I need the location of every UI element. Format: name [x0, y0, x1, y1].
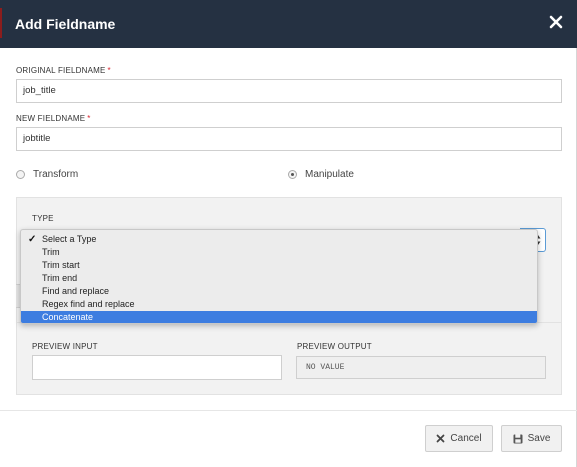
dropdown-option-regex-find-and-replace[interactable]: Regex find and replace [21, 298, 537, 311]
dropdown-option-select-a-type[interactable]: Select a Type [21, 233, 537, 246]
header-accent [0, 8, 2, 38]
add-fieldname-modal: Add Fieldname ORIGINAL FIELDNAME * job_ti… [0, 0, 577, 467]
required-mark: * [87, 114, 91, 123]
dropdown-option-trim[interactable]: Trim [21, 246, 537, 259]
close-icon[interactable] [547, 13, 565, 31]
manipulate-radio[interactable]: Manipulate [288, 169, 354, 180]
footer-divider [0, 410, 577, 411]
required-mark: * [107, 66, 111, 75]
transform-radio[interactable]: Transform [16, 169, 78, 180]
cancel-button[interactable]: Cancel [425, 425, 493, 452]
save-button-label: Save [527, 433, 551, 444]
close-icon [437, 434, 445, 443]
preview-output-label: PREVIEW OUTPUT [297, 342, 372, 351]
dropdown-option-trim-start[interactable]: Trim start [21, 259, 537, 272]
preview-input-label: PREVIEW INPUT [32, 342, 98, 351]
original-fieldname-label-text: ORIGINAL FIELDNAME [16, 66, 106, 75]
modal-title: Add Fieldname [15, 16, 116, 32]
cancel-button-label: Cancel [450, 433, 482, 444]
radio-dot-checked [288, 170, 297, 179]
preview-output: NO VALUE [296, 356, 546, 379]
new-fieldname-label: NEW FIELDNAME * [16, 114, 91, 123]
original-fieldname-input[interactable]: job_title [16, 79, 562, 103]
modal-header: Add Fieldname [0, 0, 577, 48]
dropdown-option-concatenate[interactable]: Concatenate [21, 311, 537, 323]
type-dropdown-list[interactable]: Select a Type Trim Trim start Trim end F… [20, 229, 538, 324]
new-fieldname-input[interactable]: jobtitle [16, 127, 562, 151]
dropdown-option-find-and-replace[interactable]: Find and replace [21, 285, 537, 298]
manipulate-radio-label: Manipulate [305, 169, 354, 180]
dropdown-option-trim-end[interactable]: Trim end [21, 272, 537, 285]
new-fieldname-label-text: NEW FIELDNAME [16, 114, 86, 123]
original-fieldname-label: ORIGINAL FIELDNAME * [16, 66, 111, 75]
save-button[interactable]: Save [501, 425, 562, 452]
type-label: TYPE [32, 214, 54, 223]
floppy-disk-icon [513, 434, 523, 443]
transform-radio-label: Transform [33, 169, 79, 180]
radio-dot [16, 170, 25, 179]
preview-input[interactable] [32, 355, 282, 380]
